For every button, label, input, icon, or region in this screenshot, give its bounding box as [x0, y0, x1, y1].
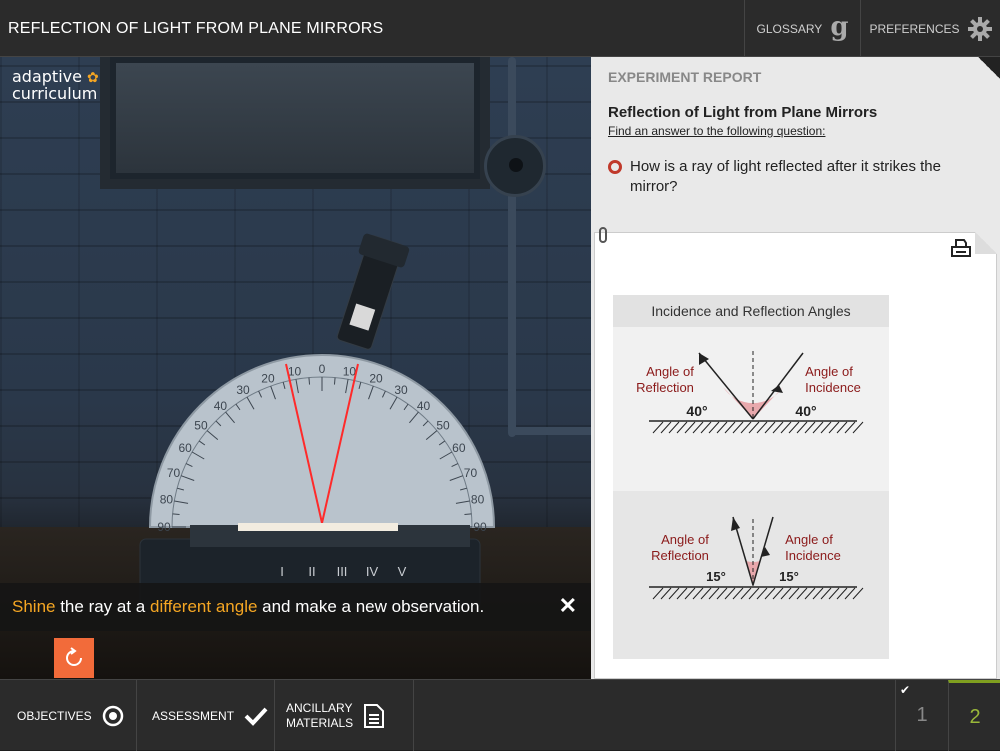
scale-label: 70: [464, 466, 478, 480]
instruction-bar: Shine the ray at a different angle and m…: [0, 583, 591, 631]
scale-label: 60: [452, 441, 466, 455]
bottom-incidence-label-2: Incidence: [785, 548, 841, 563]
scale-label: 70: [167, 466, 181, 480]
light-source: [336, 233, 410, 350]
objectives-button[interactable]: OBJECTIVES: [0, 680, 137, 751]
reset-button[interactable]: [54, 638, 94, 678]
target-icon: [102, 705, 123, 726]
top-reflection-label-1: Angle of: [646, 364, 694, 379]
top-bar: REFLECTION OF LIGHT FROM PLANE MIRRORS G…: [0, 0, 1000, 57]
scale-label: 10: [288, 364, 302, 378]
plane-mirror: [238, 523, 398, 531]
bottom-left-angle: 15°: [706, 569, 726, 584]
gear-icon: [967, 16, 992, 41]
diagram-40-degrees: Angle of Reflection Angle of Incidence 4…: [636, 351, 864, 434]
top-incidence-label-1: Angle of: [805, 364, 853, 379]
bottom-bar: OBJECTIVES ASSESSMENT ANCILLARY MATERIAL…: [0, 679, 1000, 751]
app-title: REFLECTION OF LIGHT FROM PLANE MIRRORS: [8, 20, 384, 37]
refresh-icon: [66, 647, 82, 666]
scale-label: 30: [236, 383, 250, 397]
scale-label: 30: [394, 383, 408, 397]
preferences-button[interactable]: PREFERENCES: [860, 0, 1000, 57]
scale-label: 0: [319, 362, 326, 376]
logo-line2: curriculum: [12, 84, 98, 103]
instruction-highlight-1: Shine: [12, 597, 56, 616]
ancillary-label: ANCILLARY MATERIALS: [286, 701, 353, 731]
top-right-angle: 40°: [795, 403, 816, 419]
card-fold: [975, 232, 997, 254]
top-left-angle: 40°: [686, 403, 707, 419]
diagram-15-degrees: Angle of Reflection Angle of Incidence 1…: [649, 516, 864, 600]
checkmark-icon: [244, 707, 268, 726]
question-radio[interactable]: [608, 160, 622, 174]
bottom-reflection-label-1: Angle of: [661, 532, 709, 547]
glossary-button[interactable]: GLOSSARY g: [744, 0, 860, 57]
panel-corner: [978, 57, 1000, 79]
page-1-button[interactable]: 1: [895, 680, 948, 751]
print-icon[interactable]: [950, 238, 972, 258]
scale-label: 40: [214, 399, 228, 413]
scale-label: 20: [261, 372, 275, 386]
instruction-text-2: and make a new observation.: [257, 597, 485, 616]
ancillary-materials-button[interactable]: ANCILLARY MATERIALS: [275, 680, 414, 751]
preferences-label: PREFERENCES: [869, 21, 960, 36]
close-icon[interactable]: ✕: [559, 593, 577, 619]
scale-label: 80: [160, 493, 174, 507]
angles-figure: Angle of Reflection Angle of Incidence 4…: [636, 351, 864, 600]
scale-label: 80: [471, 493, 485, 507]
scale-label: 40: [417, 399, 431, 413]
document-icon: [364, 703, 385, 728]
question-text: How is a ray of light reflected after it…: [630, 158, 941, 195]
experiment-title: Reflection of Light from Plane Mirrors: [608, 104, 878, 121]
paperclip-icon: [599, 227, 607, 243]
glossary-icon: g: [830, 11, 849, 42]
scale-label: 20: [369, 372, 383, 386]
angles-diagram: Incidence and Reflection Angles Angle of…: [613, 295, 889, 659]
question-item[interactable]: How is a ray of light reflected after it…: [608, 157, 978, 197]
bottom-reflection-label-2: Reflection: [651, 548, 709, 563]
experiment-subtitle: Find an answer to the following question…: [608, 124, 826, 138]
glossary-label: GLOSSARY: [756, 21, 823, 36]
roman-numeral: I: [280, 564, 284, 579]
top-incidence-label-2: Incidence: [805, 380, 861, 395]
instruction-highlight-2: different angle: [149, 597, 258, 616]
bottom-right-angle: 15°: [779, 569, 799, 584]
experiment-report-panel: EXPERIMENT REPORT Reflection of Light fr…: [591, 57, 1000, 679]
scale-label: 60: [178, 441, 192, 455]
assessment-button[interactable]: ASSESSMENT: [137, 680, 275, 751]
scale-label: 90: [473, 520, 487, 534]
adaptive-curriculum-logo: adaptive ✿ curriculum: [12, 69, 99, 103]
top-reflection-label-2: Reflection: [636, 380, 694, 395]
assessment-label: ASSESSMENT: [152, 708, 235, 723]
notes-card: Incidence and Reflection Angles Angle of…: [594, 227, 997, 679]
page-2-button[interactable]: 2: [948, 680, 1000, 751]
ancillary-line2: MATERIALS: [286, 715, 354, 730]
scale-label: 50: [194, 418, 208, 432]
scale-label: 50: [436, 418, 450, 432]
instruction-text-1: the ray at a: [55, 597, 150, 616]
report-heading: EXPERIMENT REPORT: [608, 69, 762, 85]
roman-numeral: III: [337, 564, 348, 579]
ancillary-line1: ANCILLARY: [286, 700, 353, 715]
roman-numeral: II: [308, 564, 315, 579]
scale-label: 90: [157, 520, 171, 534]
objectives-label: OBJECTIVES: [17, 708, 92, 723]
bottom-incidence-label-1: Angle of: [785, 532, 833, 547]
roman-numeral: IV: [366, 564, 379, 579]
roman-numeral: V: [398, 564, 407, 579]
